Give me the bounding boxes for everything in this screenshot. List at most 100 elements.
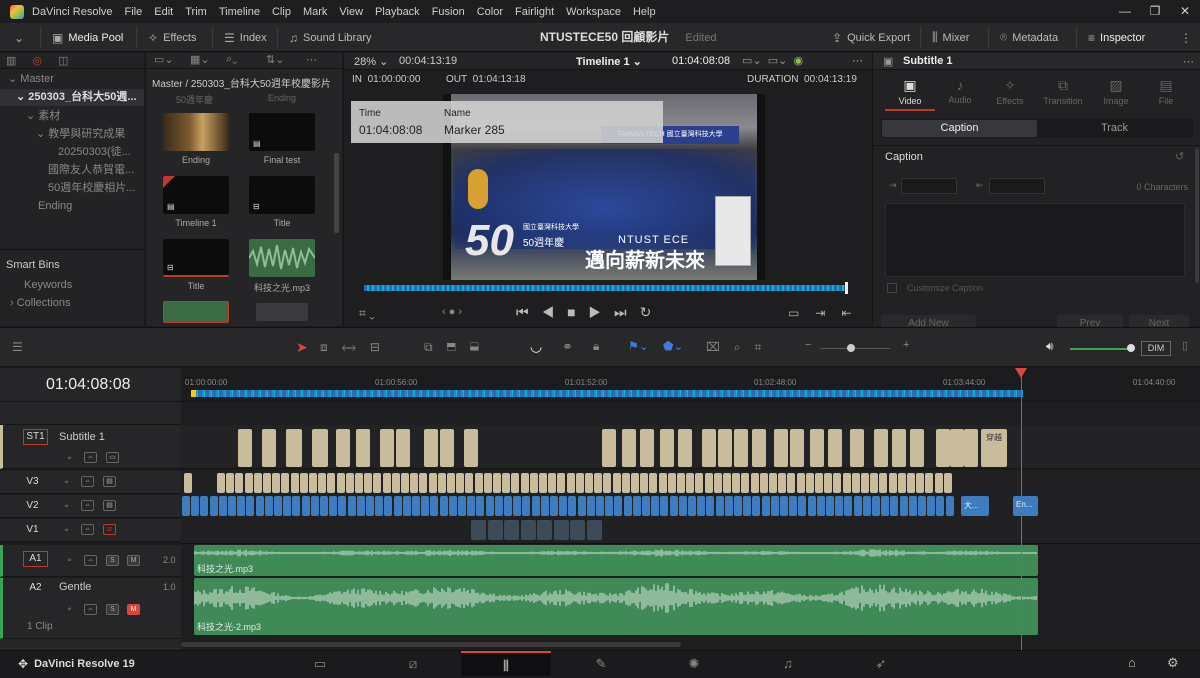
v3-clip[interactable]	[235, 473, 243, 493]
v2-clip[interactable]	[430, 496, 438, 516]
smart-bin-keywords[interactable]: Keywords	[24, 277, 72, 294]
clip-partial-audio[interactable]	[163, 301, 229, 323]
subtitle-clip[interactable]	[936, 429, 950, 467]
volume-handle[interactable]	[1127, 344, 1135, 352]
tab-image[interactable]: ▨ Image	[1091, 77, 1141, 106]
lock-icon[interactable]: 🔒︎	[63, 453, 76, 464]
clip-final-test[interactable]: ▤ Final test	[249, 113, 315, 165]
v2-clip[interactable]	[550, 496, 558, 516]
subtitle-clip[interactable]	[790, 429, 804, 467]
v2-clip[interactable]	[338, 496, 346, 516]
v3-clip[interactable]	[291, 473, 299, 493]
v3-clip[interactable]	[760, 473, 768, 493]
subtitle-clip[interactable]	[678, 429, 692, 467]
caption-icon[interactable]: ▭	[106, 452, 119, 463]
inspector-scrollbar[interactable]	[1195, 148, 1199, 283]
auto-select-icon[interactable]: ⇔	[81, 500, 94, 511]
bin-ending[interactable]: Ending	[38, 198, 72, 215]
menu-trim[interactable]: Trim	[185, 6, 207, 18]
v2-clip[interactable]	[752, 496, 760, 516]
v2-clip[interactable]	[467, 496, 475, 516]
v2-clip[interactable]	[228, 496, 236, 516]
v2-clip[interactable]	[679, 496, 687, 516]
v2-clip[interactable]	[495, 496, 503, 516]
mixer-button[interactable]: ⫼ Mixer	[932, 23, 969, 52]
clip-partial-folder[interactable]	[256, 303, 308, 321]
subtitle-clip[interactable]	[356, 429, 370, 467]
v2-clip[interactable]	[504, 496, 512, 516]
v3-clip[interactable]	[419, 473, 427, 493]
v3-clip[interactable]	[797, 473, 805, 493]
v3-clip[interactable]	[511, 473, 519, 493]
v2-clip[interactable]	[449, 496, 457, 516]
subtitle-clip[interactable]	[336, 429, 350, 467]
view-toggle-icon[interactable]: ▭⌄	[154, 53, 174, 66]
v2-clip[interactable]	[909, 496, 917, 516]
marker-strip[interactable]	[191, 390, 1023, 397]
subtitle-clip[interactable]	[774, 429, 788, 467]
subtitle-clip[interactable]	[464, 429, 478, 467]
v3-clip[interactable]	[557, 473, 565, 493]
bin-speech-icon[interactable]: ◫	[58, 54, 68, 67]
v3-clip[interactable]	[944, 473, 952, 493]
media-pool-button[interactable]: ▣ Media Pool	[52, 23, 123, 52]
v2-clip[interactable]	[274, 496, 282, 516]
panel-toggle-button[interactable]: ⌄	[14, 23, 24, 52]
subtitle-clip[interactable]	[424, 429, 438, 467]
v3-clip[interactable]	[870, 473, 878, 493]
v2-clip[interactable]	[624, 496, 632, 516]
maximize-icon[interactable]: ❐	[1140, 0, 1170, 23]
video-toggle-icon[interactable]: ▤	[103, 500, 116, 511]
viewer-timeline-name[interactable]: Timeline 1 ⌄	[576, 55, 642, 68]
v2-clip[interactable]	[256, 496, 264, 516]
tab-effects[interactable]: ✧ Effects	[985, 77, 1035, 106]
lock-icon[interactable]: 🔒︎	[60, 525, 73, 536]
audio-clip-a2[interactable]: 科技之光-2.mp3	[194, 578, 1038, 635]
edit-page-icon[interactable]: ⫼	[461, 651, 551, 676]
v3-clip[interactable]	[245, 473, 253, 493]
subtitle-clip[interactable]	[702, 429, 716, 467]
subtitle-clip[interactable]	[892, 429, 906, 467]
v3-clip[interactable]	[217, 473, 225, 493]
v3-clip[interactable]	[281, 473, 289, 493]
v2-clip[interactable]	[283, 496, 291, 516]
v2-clip[interactable]	[725, 496, 733, 516]
subtitle-clip[interactable]	[440, 429, 454, 467]
timeline-playhead[interactable]	[1021, 402, 1022, 650]
menu-view[interactable]: View	[339, 6, 363, 18]
track-id-v3[interactable]: V3	[20, 474, 45, 490]
subtitle-clip[interactable]	[950, 429, 964, 467]
fairlight-page-icon[interactable]: ♫	[743, 651, 833, 676]
v2-clip[interactable]	[513, 496, 521, 516]
v3-clip[interactable]	[659, 473, 667, 493]
v2-clip[interactable]	[762, 496, 770, 516]
subtitle-clip[interactable]	[396, 429, 410, 467]
video-toggle-icon[interactable]: ▤	[103, 476, 116, 487]
v2-clip[interactable]	[375, 496, 383, 516]
fusion-page-icon[interactable]: ✎	[556, 651, 646, 676]
subtitle-clip[interactable]	[262, 429, 276, 467]
mute-button[interactable]: M	[127, 555, 140, 566]
v3-clip[interactable]	[346, 473, 354, 493]
v3-clip[interactable]	[383, 473, 391, 493]
flag-icon[interactable]: ⚑⌄	[628, 339, 649, 353]
v2-clip[interactable]	[182, 496, 190, 516]
v2-clip[interactable]	[440, 496, 448, 516]
viewer-zoom[interactable]: 28% ⌄	[354, 55, 388, 68]
v2-clip[interactable]	[421, 496, 429, 516]
v2-clip[interactable]	[844, 496, 852, 516]
v3-clip[interactable]	[695, 473, 703, 493]
deliver-page-icon[interactable]: ➶	[836, 651, 926, 676]
v2-clip[interactable]	[826, 496, 834, 516]
volume-icon[interactable]: 🔊︎	[1046, 339, 1054, 354]
v2-clip[interactable]	[706, 496, 714, 516]
zoom-slider[interactable]	[820, 348, 890, 349]
v2-clip[interactable]	[900, 496, 908, 516]
solo-button[interactable]: S	[106, 604, 119, 615]
bin-material[interactable]: ⌄ 素材	[26, 108, 60, 125]
bin-photos[interactable]: 50週年校慶相片...	[48, 180, 135, 197]
v1-clip[interactable]	[488, 520, 503, 540]
subtitle-clip[interactable]	[734, 429, 748, 467]
clip-ending[interactable]: Ending	[163, 113, 229, 165]
sound-library-button[interactable]: ♫ Sound Library	[289, 23, 372, 52]
